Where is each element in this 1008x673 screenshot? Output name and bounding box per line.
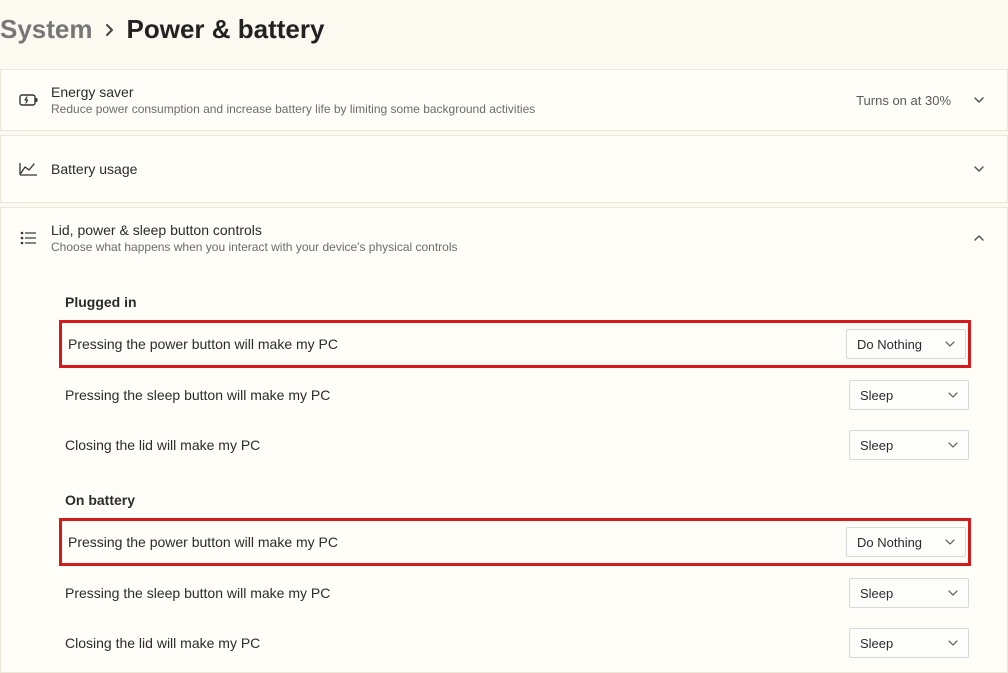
chevron-down-icon xyxy=(945,341,955,347)
chevron-down-icon xyxy=(948,442,958,448)
on-battery-sleep-button-row: Pressing the sleep button will make my P… xyxy=(1,568,1007,618)
breadcrumb: System Power & battery xyxy=(0,0,1008,69)
on-battery-power-button-dropdown[interactable]: Do Nothing xyxy=(846,527,966,557)
plugged-in-power-button-row: Pressing the power button will make my P… xyxy=(66,329,968,359)
energy-saver-desc: Reduce power consumption and increase ba… xyxy=(51,102,856,116)
lid-controls-panel: Plugged in Pressing the power button wil… xyxy=(1,268,1007,672)
plugged-in-sleep-button-dropdown[interactable]: Sleep xyxy=(849,380,969,410)
plugged-in-power-button-dropdown[interactable]: Do Nothing xyxy=(846,329,966,359)
on-battery-heading: On battery xyxy=(1,470,1007,518)
plugged-in-heading: Plugged in xyxy=(1,272,1007,320)
chevron-down-icon xyxy=(969,92,989,108)
highlight-box: Pressing the power button will make my P… xyxy=(59,320,971,368)
lid-controls-desc: Choose what happens when you interact wi… xyxy=(51,240,969,254)
on-battery-sleep-button-dropdown[interactable]: Sleep xyxy=(849,578,969,608)
battery-usage-icon xyxy=(19,161,51,177)
dropdown-value: Do Nothing xyxy=(857,337,922,352)
dropdown-value: Sleep xyxy=(860,388,893,403)
energy-saver-title: Energy saver xyxy=(51,84,856,100)
chevron-down-icon xyxy=(945,539,955,545)
chevron-right-icon xyxy=(105,23,115,37)
chevron-down-icon xyxy=(948,640,958,646)
battery-usage-title: Battery usage xyxy=(51,161,969,177)
page-title: Power & battery xyxy=(127,14,325,45)
plugged-in-lid-dropdown[interactable]: Sleep xyxy=(849,430,969,460)
controls-icon xyxy=(19,230,51,246)
chevron-up-icon xyxy=(969,230,989,246)
on-battery-lid-dropdown[interactable]: Sleep xyxy=(849,628,969,658)
energy-saver-icon xyxy=(19,93,51,107)
setting-label: Pressing the sleep button will make my P… xyxy=(65,585,330,601)
lid-controls-title: Lid, power & sleep button controls xyxy=(51,222,969,238)
plugged-in-sleep-button-row: Pressing the sleep button will make my P… xyxy=(1,370,1007,420)
energy-saver-card[interactable]: Energy saver Reduce power consumption an… xyxy=(0,69,1008,131)
energy-saver-status: Turns on at 30% xyxy=(856,93,951,108)
battery-usage-card[interactable]: Battery usage xyxy=(0,135,1008,203)
dropdown-value: Sleep xyxy=(860,438,893,453)
chevron-down-icon xyxy=(948,392,958,398)
plugged-in-lid-row: Closing the lid will make my PC Sleep xyxy=(1,420,1007,470)
dropdown-value: Do Nothing xyxy=(857,535,922,550)
lid-controls-header[interactable]: Lid, power & sleep button controls Choos… xyxy=(1,208,1007,268)
setting-label: Closing the lid will make my PC xyxy=(65,437,260,453)
chevron-down-icon xyxy=(948,590,958,596)
dropdown-value: Sleep xyxy=(860,636,893,651)
setting-label: Pressing the power button will make my P… xyxy=(68,534,338,550)
lid-controls-card: Lid, power & sleep button controls Choos… xyxy=(0,207,1008,673)
on-battery-lid-row: Closing the lid will make my PC Sleep xyxy=(1,618,1007,668)
highlight-box: Pressing the power button will make my P… xyxy=(59,518,971,566)
setting-label: Pressing the power button will make my P… xyxy=(68,336,338,352)
breadcrumb-parent[interactable]: System xyxy=(0,14,93,45)
dropdown-value: Sleep xyxy=(860,586,893,601)
setting-label: Pressing the sleep button will make my P… xyxy=(65,387,330,403)
setting-label: Closing the lid will make my PC xyxy=(65,635,260,651)
chevron-down-icon xyxy=(969,161,989,177)
on-battery-power-button-row: Pressing the power button will make my P… xyxy=(66,527,968,557)
